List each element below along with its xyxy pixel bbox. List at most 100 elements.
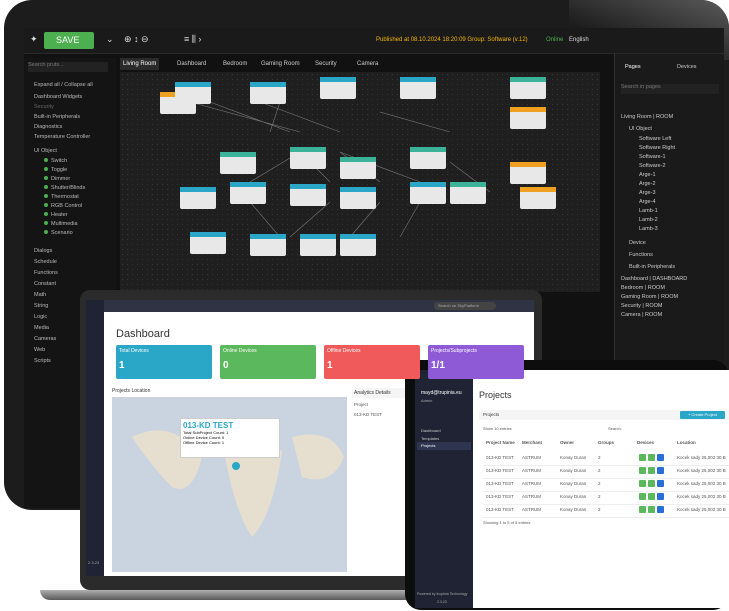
save-button[interactable]: SAVE bbox=[44, 32, 94, 49]
column-header[interactable]: Project Name bbox=[486, 440, 515, 445]
entries-select[interactable]: Show 10 entries bbox=[483, 426, 512, 431]
flow-canvas[interactable] bbox=[120, 72, 600, 292]
sidebar-item-templates[interactable]: Templates bbox=[421, 436, 439, 441]
flow-node[interactable] bbox=[410, 147, 446, 169]
map-marker[interactable] bbox=[232, 462, 240, 470]
tree-item[interactable]: Arge-1 bbox=[639, 172, 656, 178]
gear-icon[interactable]: ✦ bbox=[30, 34, 38, 45]
nav-item[interactable]: Media bbox=[34, 325, 49, 331]
tab-security[interactable]: Security bbox=[312, 58, 340, 70]
tree-page[interactable]: Bedroom | ROOM bbox=[621, 285, 665, 291]
tree-item[interactable]: Lamb-1 bbox=[639, 208, 658, 214]
flow-node[interactable] bbox=[450, 182, 486, 204]
tree-item[interactable]: Arge-3 bbox=[639, 190, 656, 196]
flow-node[interactable] bbox=[230, 182, 266, 204]
nav-temperature[interactable]: Temperature Controller bbox=[34, 134, 90, 140]
flow-node[interactable] bbox=[340, 187, 376, 209]
nav-item[interactable]: Math bbox=[34, 292, 46, 298]
flow-node[interactable] bbox=[340, 157, 376, 179]
tree-item[interactable]: Arge-2 bbox=[639, 181, 656, 187]
flow-node[interactable] bbox=[220, 152, 256, 174]
nav-dashboard-widgets[interactable]: Dashboard Widgets bbox=[34, 94, 82, 100]
column-header[interactable]: Groups bbox=[598, 440, 614, 445]
nav-security[interactable]: Security bbox=[34, 104, 54, 110]
flow-node[interactable] bbox=[250, 82, 286, 104]
tree-item[interactable]: Lamb-3 bbox=[639, 226, 658, 232]
tree-item[interactable]: Software-1 bbox=[639, 154, 666, 160]
nav-ui-item[interactable]: Dimmer bbox=[44, 176, 70, 182]
pages-search-input[interactable]: Search in pages bbox=[621, 84, 719, 94]
flow-node[interactable] bbox=[340, 234, 376, 256]
flow-node[interactable] bbox=[510, 107, 546, 129]
sidebar-item-dashboard[interactable]: Dashboard bbox=[421, 428, 441, 433]
nav-ui-item[interactable]: Scenario bbox=[44, 230, 73, 236]
flow-node[interactable] bbox=[175, 82, 211, 104]
flow-node[interactable] bbox=[180, 187, 216, 209]
tab-camera[interactable]: Camera bbox=[354, 58, 381, 70]
nav-item[interactable]: Constant bbox=[34, 281, 56, 287]
tree-root[interactable]: Living Room | ROOM bbox=[621, 114, 673, 120]
tab-dashboard[interactable]: Dashboard bbox=[174, 58, 209, 70]
zoom-icon[interactable]: ⊕ ↕ ⊖ bbox=[124, 34, 149, 45]
nav-ui-item[interactable]: Shutter/Blinds bbox=[44, 185, 85, 191]
tree-ui-object[interactable]: UI Object bbox=[629, 126, 652, 132]
column-header[interactable]: Location bbox=[677, 440, 696, 445]
flow-node[interactable] bbox=[300, 234, 336, 256]
column-header[interactable]: Merchant bbox=[522, 440, 542, 445]
tree-group[interactable]: Functions bbox=[629, 252, 653, 258]
flow-node[interactable] bbox=[400, 77, 436, 99]
flow-node[interactable] bbox=[250, 234, 286, 256]
nav-item[interactable]: Schedule bbox=[34, 259, 57, 265]
tree-item[interactable]: Arge-4 bbox=[639, 199, 656, 205]
nav-builtin[interactable]: Built-in Peripherals bbox=[34, 114, 80, 120]
search-input[interactable]: Search pruts... bbox=[28, 62, 108, 72]
nav-ui-item[interactable]: Multimedia bbox=[44, 221, 78, 227]
tab-gaming-room[interactable]: Gaming Room bbox=[258, 58, 303, 70]
flow-node[interactable] bbox=[410, 182, 446, 204]
tree-group[interactable]: Device bbox=[629, 240, 646, 246]
expand-all-link[interactable]: Expand all / Collapse all bbox=[34, 82, 93, 88]
language-select[interactable]: English bbox=[569, 37, 589, 43]
nav-item[interactable]: Functions bbox=[34, 270, 58, 276]
nav-ui-item[interactable]: RGB Control bbox=[44, 203, 82, 209]
flow-node[interactable] bbox=[510, 162, 546, 184]
flow-node[interactable] bbox=[520, 187, 556, 209]
nav-ui-item[interactable]: Thermostat bbox=[44, 194, 79, 200]
table-row[interactable]: 013-KD TEST ASTRUM Konay Duran 2 Kocek sady … bbox=[483, 502, 729, 518]
flow-node[interactable] bbox=[290, 184, 326, 206]
tree-item[interactable]: Software Left bbox=[639, 136, 671, 142]
nav-item[interactable]: Logic bbox=[34, 314, 47, 320]
nav-ui-item[interactable]: Toggle bbox=[44, 167, 67, 173]
tree-page[interactable]: Security | ROOM bbox=[621, 303, 662, 309]
flow-node[interactable] bbox=[320, 77, 356, 99]
nav-ui-item[interactable]: Switch bbox=[44, 158, 67, 164]
nav-item[interactable]: String bbox=[34, 303, 48, 309]
tree-item[interactable]: Software-2 bbox=[639, 163, 666, 169]
tree-group[interactable]: Built-in Peripherals bbox=[629, 264, 675, 270]
chevron-down-icon[interactable]: ⌄ bbox=[106, 34, 114, 45]
column-header[interactable]: Owner bbox=[560, 440, 574, 445]
column-header[interactable]: Devices bbox=[637, 440, 654, 445]
tree-page[interactable]: Dashboard | DASHBOARD bbox=[621, 276, 687, 282]
flow-node[interactable] bbox=[510, 77, 546, 99]
tab-living-room[interactable]: Living Room bbox=[120, 58, 160, 70]
create-project-button[interactable]: + Create Project bbox=[680, 411, 725, 419]
nav-diagnostics[interactable]: Diagnostics bbox=[34, 124, 62, 130]
nav-item[interactable]: Scripts bbox=[34, 358, 51, 364]
nav-item[interactable]: Web bbox=[34, 347, 45, 353]
flow-node[interactable] bbox=[290, 147, 326, 169]
tree-page[interactable]: Gaming Room | ROOM bbox=[621, 294, 678, 300]
sidebar-item-projects[interactable]: Projects bbox=[417, 442, 471, 450]
tab-pages[interactable]: Pages bbox=[625, 64, 641, 70]
nav-item[interactable]: Dialogs bbox=[34, 248, 52, 254]
nav-ui-object[interactable]: UI Object bbox=[34, 148, 57, 154]
nav-ui-item[interactable]: Heater bbox=[44, 212, 68, 218]
align-icon[interactable]: ≡ ⫼ › bbox=[184, 34, 201, 45]
dashboard-search[interactable]: Search on SkyPlatform bbox=[434, 302, 496, 310]
tree-item[interactable]: Software Right bbox=[639, 145, 675, 151]
tab-devices[interactable]: Devices bbox=[677, 64, 697, 70]
tab-bedroom[interactable]: Bedroom bbox=[220, 58, 250, 70]
flow-node[interactable] bbox=[190, 232, 226, 254]
nav-item[interactable]: Cameras bbox=[34, 336, 56, 342]
tree-page[interactable]: Camera | ROOM bbox=[621, 312, 662, 318]
